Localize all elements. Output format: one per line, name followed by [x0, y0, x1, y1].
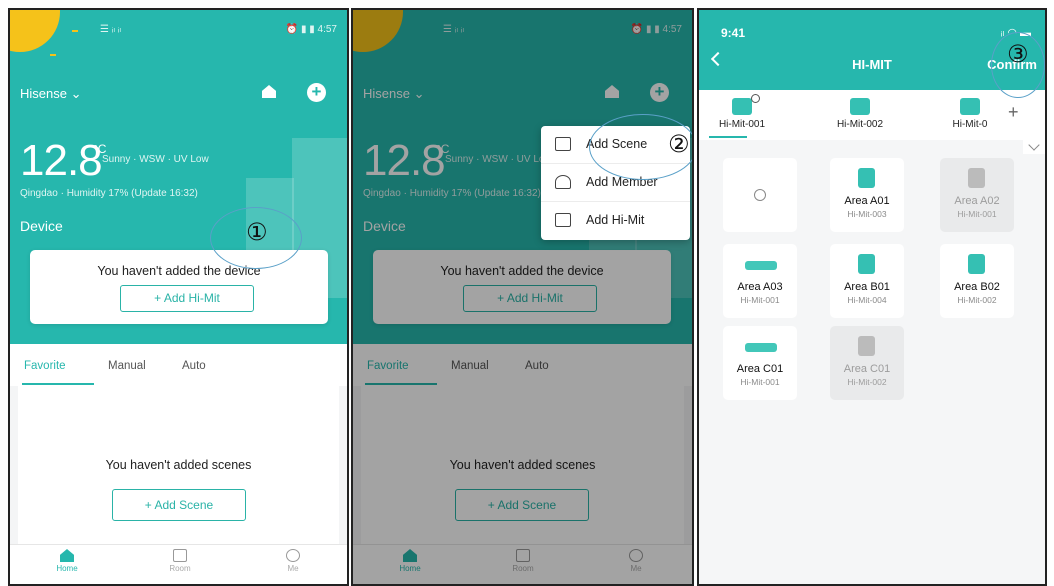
area-hub: Hi-Mit-002 [957, 295, 997, 305]
area-name: Area C01 [736, 363, 784, 375]
hub-tab-himit-003[interactable]: Hi-Mit-0 [935, 98, 1005, 130]
nav-home[interactable]: Home [47, 549, 87, 573]
strip-device-icon [745, 261, 777, 270]
area-card[interactable]: Area A01 Hi-Mit-003 [830, 158, 904, 232]
area-card[interactable]: Area A03 Hi-Mit-001 [723, 244, 797, 318]
panel-device-icon [968, 168, 985, 188]
tab-favorite[interactable]: Favorite [24, 360, 66, 372]
nav-room[interactable]: Room [160, 549, 200, 573]
himit-select-panel: 9:41 ᵢₗ ◠ ▬ HI-MIT Confirm Hi-Mit-001 Hi… [697, 8, 1047, 586]
hub-device-icon [732, 98, 752, 115]
area-card[interactable]: Area B02 Hi-Mit-002 [940, 244, 1014, 318]
scene-icon [555, 137, 571, 151]
panel-device-icon [858, 336, 875, 356]
area-card[interactable]: Area C01 Hi-Mit-002 [830, 326, 904, 400]
search-card[interactable] [723, 158, 797, 232]
area-name: Area C01 [843, 363, 891, 375]
area-hub: Hi-Mit-001 [740, 377, 780, 387]
menu-item-add-himit[interactable]: Add Hi-Mit [541, 202, 690, 239]
tab-manual[interactable]: Manual [108, 360, 146, 372]
area-hub: Hi-Mit-001 [957, 209, 997, 219]
active-hub-underline [709, 136, 747, 138]
area-name: Area A03 [737, 281, 783, 293]
hub-device-icon [960, 98, 980, 115]
nav-room-label: Room [169, 564, 191, 573]
area-name: Area B02 [954, 281, 1000, 293]
hub-tab-himit-002[interactable]: Hi-Mit-002 [825, 98, 895, 130]
add-himit-button[interactable]: + Add Hi-Mit [120, 285, 254, 312]
panel-device-icon [858, 168, 875, 188]
area-card[interactable]: Area A02 Hi-Mit-001 [940, 158, 1014, 232]
profile-icon [286, 549, 300, 562]
hub-tab-bar: Hi-Mit-001 Hi-Mit-002 Hi-Mit-0 [699, 90, 1045, 140]
bottom-nav: Home Room Me [10, 544, 347, 584]
nav-home-label: Home [56, 564, 78, 573]
tab-auto[interactable]: Auto [182, 360, 206, 372]
callout-number-3: ③ [1007, 40, 1029, 68]
sun-ray-decor [50, 54, 56, 56]
device-section-label: Device [20, 218, 63, 234]
himit-device-icon [555, 213, 571, 227]
search-icon [754, 189, 766, 201]
panel-device-icon [858, 254, 875, 274]
location-text: Qingdao · Humidity 17% (Update 16:32) [20, 188, 198, 199]
status-bar-right: ⏰ ▮ ▮ 4:57 [285, 24, 337, 35]
area-name: Area A02 [954, 195, 1000, 207]
home-screen-panel: ☰ ᵢₗ ᵢₗ ⏰ ▮ ▮ 4:57 Hisense ⌄ + 12.8 °C S… [8, 8, 349, 586]
hub-label: Hi-Mit-001 [718, 119, 766, 130]
home-icon [60, 549, 74, 562]
add-circle-icon[interactable]: + [307, 83, 326, 102]
area-hub: Hi-Mit-003 [847, 209, 887, 219]
area-name: Area B01 [844, 281, 890, 293]
empty-scene-text: You haven't added scenes [105, 458, 252, 472]
area-hub: Hi-Mit-004 [847, 295, 887, 305]
status-bar-left: ☰ ᵢₗ ᵢₗ [100, 24, 121, 35]
hub-tab-himit-001[interactable]: Hi-Mit-001 [707, 94, 777, 130]
sun-icon [10, 10, 60, 52]
callout-number-2: ② [668, 130, 690, 158]
room-icon [173, 549, 187, 562]
panel-device-icon [968, 254, 985, 274]
strip-device-icon [745, 343, 777, 352]
callout-number-1: ① [246, 218, 268, 246]
dim-overlay[interactable] [353, 10, 692, 584]
scene-tabs: Favorite Manual Auto [10, 344, 347, 386]
nav-me[interactable]: Me [273, 549, 313, 573]
add-hub-icon[interactable]: + [1008, 102, 1019, 123]
sun-ray-decor [72, 30, 78, 32]
home-menu-panel: ☰ ᵢₗ ᵢₗ ⏰ ▮ ▮ 4:57 Hisense ⌄ + 12.8 °C S… [351, 8, 694, 586]
member-icon [555, 175, 571, 189]
hub-label: Hi-Mit-0 [952, 119, 988, 130]
area-hub: Hi-Mit-002 [847, 377, 887, 387]
home-selector[interactable]: Hisense ⌄ [20, 86, 81, 102]
hub-label: Hi-Mit-002 [836, 119, 884, 130]
area-card[interactable]: Area C01 Hi-Mit-001 [723, 326, 797, 400]
temperature-value: 12.8 [20, 136, 103, 185]
nav-me-label: Me [287, 564, 299, 573]
clock-icon [751, 94, 760, 103]
active-tab-underline [22, 383, 94, 385]
menu-item-label: Add Hi-Mit [586, 213, 645, 227]
empty-scene-card: You haven't added scenes + Add Scene [18, 386, 339, 568]
area-hub: Hi-Mit-001 [740, 295, 780, 305]
weather-text: Sunny · WSW · UV Low [102, 154, 209, 165]
empty-device-text: You haven't added the device [97, 264, 261, 278]
add-scene-button[interactable]: + Add Scene [112, 489, 246, 521]
hub-device-icon [850, 98, 870, 115]
home-shield-icon[interactable] [262, 85, 276, 98]
area-card[interactable]: Area B01 Hi-Mit-004 [830, 244, 904, 318]
chevron-down-icon[interactable] [1023, 140, 1045, 154]
area-name: Area A01 [844, 195, 890, 207]
status-time: 9:41 [721, 26, 746, 40]
